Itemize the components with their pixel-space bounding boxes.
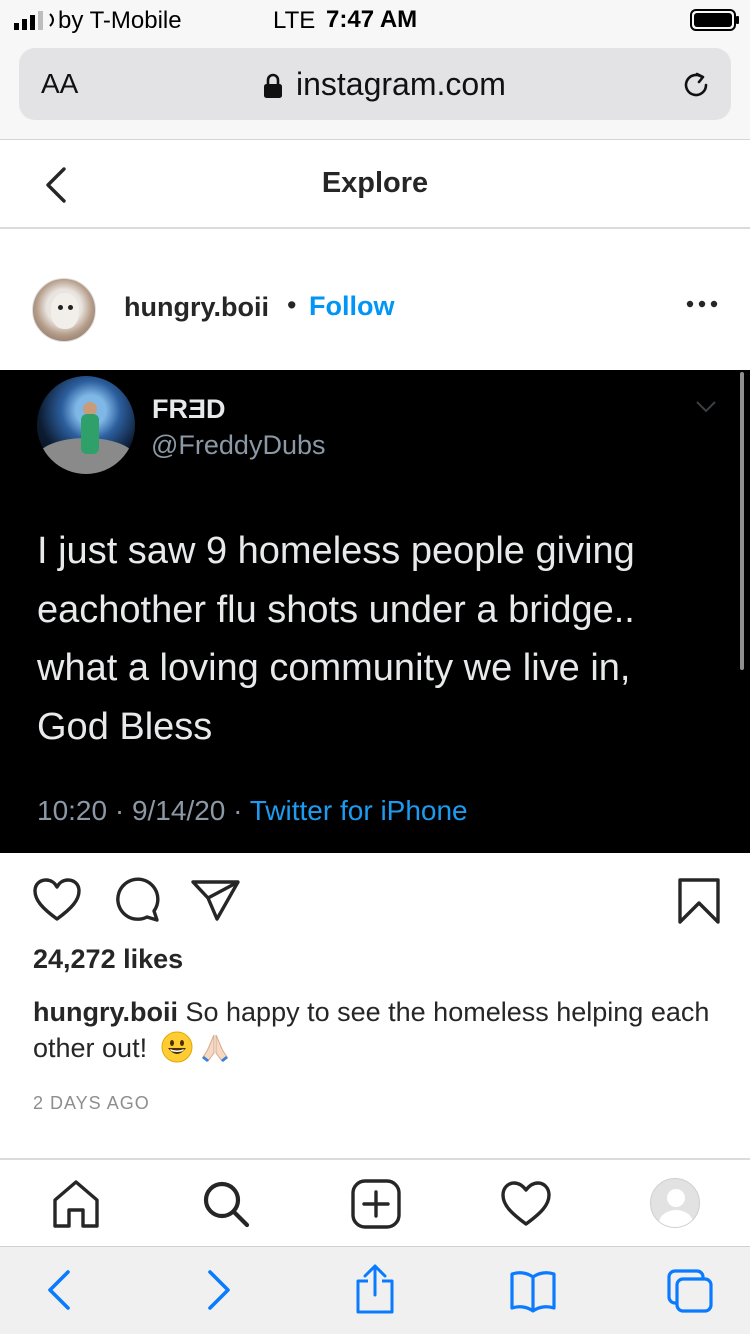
tweet-meta: 10:20 · 9/14/20 · Twitter for iPhone: [37, 795, 468, 827]
lock-icon: [264, 73, 282, 98]
safari-back-icon[interactable]: [44, 1267, 74, 1313]
post-header: hungry.boii • Follow: [0, 231, 750, 370]
tweet-avatar: [37, 376, 135, 474]
status-bar: by T-Mobile LTE 7:47 AM: [0, 0, 750, 40]
avatar[interactable]: [32, 278, 96, 342]
reload-icon[interactable]: [679, 68, 713, 102]
text-size-button[interactable]: AA: [41, 68, 78, 100]
tweet-timestamp: 10:20 · 9/14/20 ·: [37, 795, 250, 826]
screen: by T-Mobile LTE 7:47 AM AA instagram.com: [0, 0, 750, 1334]
comment-icon[interactable]: [112, 877, 160, 923]
activity-icon[interactable]: [500, 1178, 552, 1230]
praying-hands-emoji-icon: [201, 1034, 228, 1062]
safari-tabs-icon[interactable]: [665, 1267, 715, 1313]
page-title: Explore: [321, 167, 429, 199]
caption: hungry.boii So happy to see the homeless…: [33, 994, 713, 1066]
safari-toolbar: [0, 1246, 750, 1334]
post-actions: 24,272 likes hungry.boii So happy to see…: [0, 853, 750, 1158]
network-label: LTE: [273, 7, 316, 34]
tweet-text: I just saw 9 homeless people giving each…: [37, 530, 635, 748]
instagram-tab-bar: [0, 1158, 750, 1246]
clock: 7:47 AM: [326, 6, 418, 33]
carrier-label: by T-Mobile: [58, 7, 182, 34]
follow-button[interactable]: Follow: [309, 291, 394, 322]
separator-dot: •: [287, 290, 297, 320]
more-icon[interactable]: [686, 299, 718, 309]
bookmark-icon[interactable]: [677, 877, 721, 925]
safari-share-icon[interactable]: [354, 1263, 396, 1315]
heart-icon[interactable]: [32, 877, 82, 923]
safari-address-area: AA instagram.com: [0, 40, 750, 140]
safari-forward-icon[interactable]: [204, 1267, 234, 1313]
share-icon[interactable]: [190, 879, 242, 923]
caption-username[interactable]: hungry.boii: [33, 997, 178, 1027]
address-bar[interactable]: AA instagram.com: [19, 48, 731, 120]
tweet-display-name: FRƎD: [152, 394, 226, 424]
search-icon[interactable]: [200, 1178, 252, 1230]
post-timestamp: 2 DAYS AGO: [33, 1093, 150, 1113]
chevron-down-icon: [696, 401, 716, 413]
home-icon[interactable]: [50, 1178, 102, 1230]
tweet-handle: @FreddyDubs: [151, 430, 326, 460]
battery-icon: [690, 9, 739, 31]
profile-icon[interactable]: [650, 1178, 702, 1230]
likes-count[interactable]: 24,272 likes: [33, 944, 183, 975]
safari-bookmarks-icon[interactable]: [508, 1267, 558, 1313]
url-domain[interactable]: instagram.com: [296, 66, 506, 103]
tweet-source: Twitter for iPhone: [249, 795, 468, 826]
scrollbar[interactable]: [740, 372, 744, 670]
add-icon[interactable]: [350, 1178, 402, 1230]
post-username[interactable]: hungry.boii: [124, 292, 269, 323]
smiley-emoji-icon: [161, 1031, 193, 1063]
post-image-tweet[interactable]: FRƎD @FreddyDubs I just saw 9 homeless p…: [0, 370, 750, 853]
instagram-header: Explore: [0, 141, 750, 229]
